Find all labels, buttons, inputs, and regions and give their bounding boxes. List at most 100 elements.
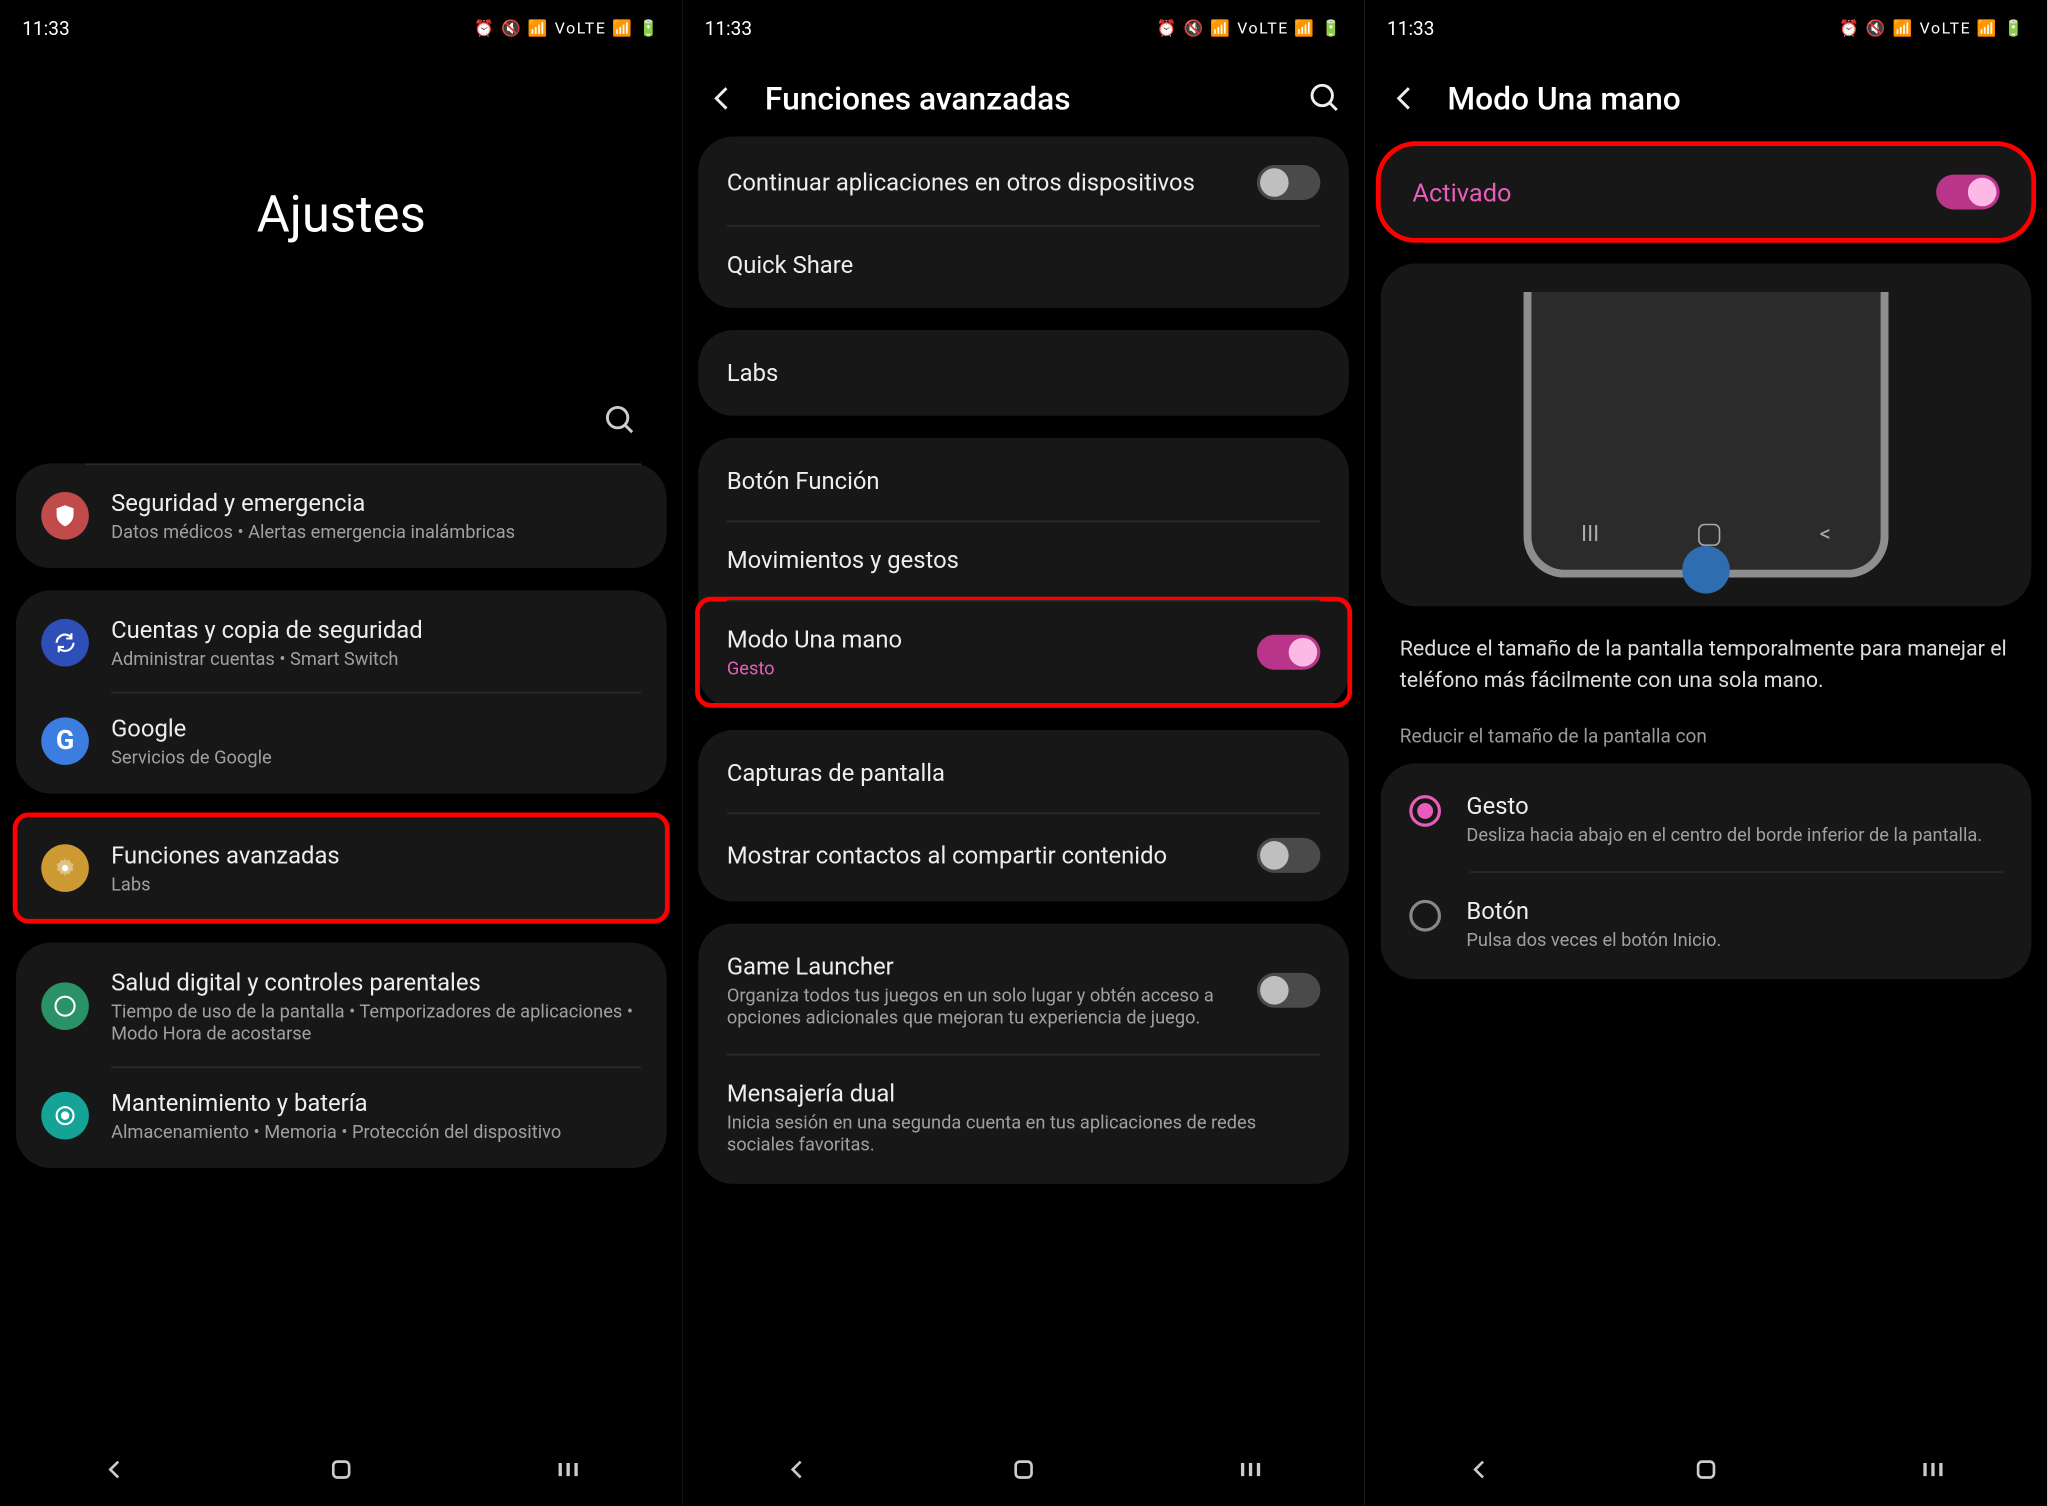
setting-sub: Inicia sesión en una segunda cuenta en t… bbox=[727, 1111, 1321, 1155]
row-title: Cuentas y copia de seguridad bbox=[111, 616, 641, 645]
setting-row[interactable]: Botón Función bbox=[698, 441, 1349, 520]
row-title: Mantenimiento y batería bbox=[111, 1089, 641, 1118]
screen-advanced: 11:33 ⏰ 🔇 📶 VoLTE 📶 🔋 Funciones avanzada… bbox=[682, 0, 1364, 1506]
phone-frame: III < bbox=[1524, 292, 1889, 578]
row-sub: Almacenamiento • Memoria • Protección de… bbox=[111, 1120, 641, 1142]
phone-nav-icons: III < bbox=[1531, 522, 1880, 547]
settings-group-highlighted: Funciones avanzadas Labs bbox=[16, 816, 667, 921]
nav-home-icon[interactable] bbox=[1008, 1454, 1040, 1486]
gesture-dot bbox=[1682, 546, 1730, 594]
setting-title: Mensajería dual bbox=[727, 1079, 1321, 1108]
activated-toggle[interactable] bbox=[1936, 175, 1999, 210]
settings-group: Capturas de pantalla Mostrar contactos al… bbox=[698, 730, 1349, 901]
setting-title: Labs bbox=[727, 359, 1321, 388]
toggle[interactable] bbox=[1257, 635, 1320, 670]
sync-icon bbox=[41, 619, 89, 667]
setting-title: Capturas de pantalla bbox=[727, 759, 1321, 788]
setting-row[interactable]: Mostrar contactos al compartir contenido bbox=[698, 813, 1349, 899]
setting-row[interactable]: Capturas de pantalla bbox=[698, 733, 1349, 812]
header-title: Funciones avanzadas bbox=[765, 79, 1282, 117]
status-time: 11:33 bbox=[1387, 17, 1434, 39]
radio-gesto[interactable]: Gesto Desliza hacia abajo en el centro d… bbox=[1381, 767, 2032, 872]
wellbeing-icon bbox=[41, 982, 89, 1030]
row-title: Salud digital y controles parentales bbox=[111, 968, 641, 997]
nav-home-icon[interactable] bbox=[1690, 1454, 1722, 1486]
radio-sub: Pulsa dos veces el botón Inicio. bbox=[1466, 929, 2002, 951]
settings-group: Botón Función Movimientos y gestos Modo Un… bbox=[698, 438, 1349, 708]
back-icon[interactable] bbox=[705, 81, 740, 116]
setting-row[interactable]: Quick Share bbox=[698, 225, 1349, 304]
nav-bar bbox=[1365, 1433, 2047, 1506]
row-seguridad[interactable]: Seguridad y emergencia Datos médicos • A… bbox=[16, 467, 667, 565]
row-sub: Datos médicos • Alertas emergencia inalá… bbox=[111, 521, 641, 543]
status-icons: ⏰ 🔇 📶 VoLTE 📶 🔋 bbox=[1157, 20, 1343, 37]
nav-recents-icon[interactable] bbox=[1918, 1454, 1950, 1486]
nav-home-icon[interactable] bbox=[325, 1454, 357, 1486]
row-sub: Tiempo de uso de la pantalla • Temporiza… bbox=[111, 1000, 641, 1044]
toggle[interactable] bbox=[1257, 165, 1320, 200]
setting-title: Mostrar contactos al compartir contenido bbox=[727, 841, 1257, 870]
nav-bar bbox=[0, 1433, 682, 1506]
status-bar: 11:33 ⏰ 🔇 📶 VoLTE 📶 🔋 bbox=[1365, 0, 2047, 57]
header-title: Modo Una mano bbox=[1447, 79, 2025, 117]
settings-group: Labs bbox=[698, 330, 1349, 416]
setting-row[interactable]: Modo Una manoGesto bbox=[698, 600, 1349, 705]
radio-boton[interactable]: Botón Pulsa dos veces el botón Inicio. bbox=[1381, 871, 2032, 976]
screen-settings: 11:33 ⏰ 🔇 📶 VoLTE 📶 🔋 Ajustes Seguridad … bbox=[0, 0, 682, 1506]
row-sub: Servicios de Google bbox=[111, 746, 641, 768]
nav-recents-icon[interactable] bbox=[553, 1454, 585, 1486]
page-title: Ajustes bbox=[16, 184, 667, 244]
setting-row[interactable]: Labs bbox=[698, 333, 1349, 412]
activated-row[interactable]: Activado bbox=[1381, 146, 2032, 238]
row-sub: Administrar cuentas • Smart Switch bbox=[111, 647, 641, 669]
header: Modo Una mano bbox=[1365, 57, 2047, 136]
settings-group: Salud digital y controles parentales Tie… bbox=[16, 943, 667, 1168]
google-icon: G bbox=[41, 717, 89, 765]
search-icon[interactable] bbox=[1308, 81, 1343, 116]
nav-back-icon[interactable] bbox=[780, 1454, 812, 1486]
nav-recents-icon[interactable] bbox=[1235, 1454, 1267, 1486]
status-bar: 11:33 ⏰ 🔇 📶 VoLTE 📶 🔋 bbox=[0, 0, 682, 57]
setting-row[interactable]: Movimientos y gestos bbox=[698, 521, 1349, 600]
settings-group: Game LauncherOrganiza todos tus juegos e… bbox=[698, 924, 1349, 1184]
radio-button[interactable] bbox=[1409, 795, 1441, 827]
nav-back-icon[interactable] bbox=[1463, 1454, 1495, 1486]
row-title: Google bbox=[111, 714, 641, 743]
status-icons: ⏰ 🔇 📶 VoLTE 📶 🔋 bbox=[474, 20, 660, 37]
row-salud-digital[interactable]: Salud digital y controles parentales Tie… bbox=[16, 946, 667, 1067]
toggle[interactable] bbox=[1257, 973, 1320, 1008]
row-google[interactable]: G Google Servicios de Google bbox=[16, 692, 667, 790]
setting-title: Movimientos y gestos bbox=[727, 546, 1321, 575]
setting-row[interactable]: Game LauncherOrganiza todos tus juegos e… bbox=[698, 927, 1349, 1054]
nav-bar bbox=[682, 1433, 1364, 1506]
setting-title: Continuar aplicaciones en otros disposit… bbox=[727, 168, 1257, 197]
setting-title: Game Launcher bbox=[727, 952, 1257, 981]
description-text: Reduce el tamaño de la pantalla temporal… bbox=[1365, 635, 2047, 726]
status-time: 11:33 bbox=[705, 17, 752, 39]
setting-title: Quick Share bbox=[727, 251, 1321, 280]
care-icon bbox=[41, 1092, 89, 1140]
toggle[interactable] bbox=[1257, 838, 1320, 873]
settings-group: Cuentas y copia de seguridad Administrar… bbox=[16, 590, 667, 793]
nav-back-icon[interactable] bbox=[98, 1454, 130, 1486]
status-bar: 11:33 ⏰ 🔇 📶 VoLTE 📶 🔋 bbox=[682, 0, 1364, 57]
radio-title: Gesto bbox=[1466, 792, 2002, 821]
row-mantenimiento[interactable]: Mantenimiento y batería Almacenamiento •… bbox=[16, 1066, 667, 1164]
row-title: Seguridad y emergencia bbox=[111, 489, 641, 518]
settings-group: Continuar aplicaciones en otros disposit… bbox=[698, 136, 1349, 307]
setting-title: Botón Función bbox=[727, 467, 1321, 496]
row-sub: Labs bbox=[111, 873, 641, 895]
row-funciones-avanzadas[interactable]: Funciones avanzadas Labs bbox=[16, 819, 667, 917]
status-icons: ⏰ 🔇 📶 VoLTE 📶 🔋 bbox=[1839, 20, 2025, 37]
row-cuentas[interactable]: Cuentas y copia de seguridad Administrar… bbox=[16, 594, 667, 692]
setting-row[interactable]: Mensajería dual Inicia sesión en una segu… bbox=[698, 1054, 1349, 1181]
radio-button[interactable] bbox=[1409, 900, 1441, 932]
section-title: Reducir el tamaño de la pantalla con bbox=[1365, 725, 2047, 763]
back-icon[interactable] bbox=[1387, 81, 1422, 116]
preview-illustration: III < bbox=[1381, 263, 2032, 606]
setting-row[interactable]: Continuar aplicaciones en otros disposit… bbox=[698, 140, 1349, 226]
search-icon[interactable] bbox=[603, 403, 638, 438]
setting-title: Modo Una mano bbox=[727, 625, 1257, 654]
gear-icon bbox=[41, 844, 89, 892]
status-time: 11:33 bbox=[22, 17, 69, 39]
